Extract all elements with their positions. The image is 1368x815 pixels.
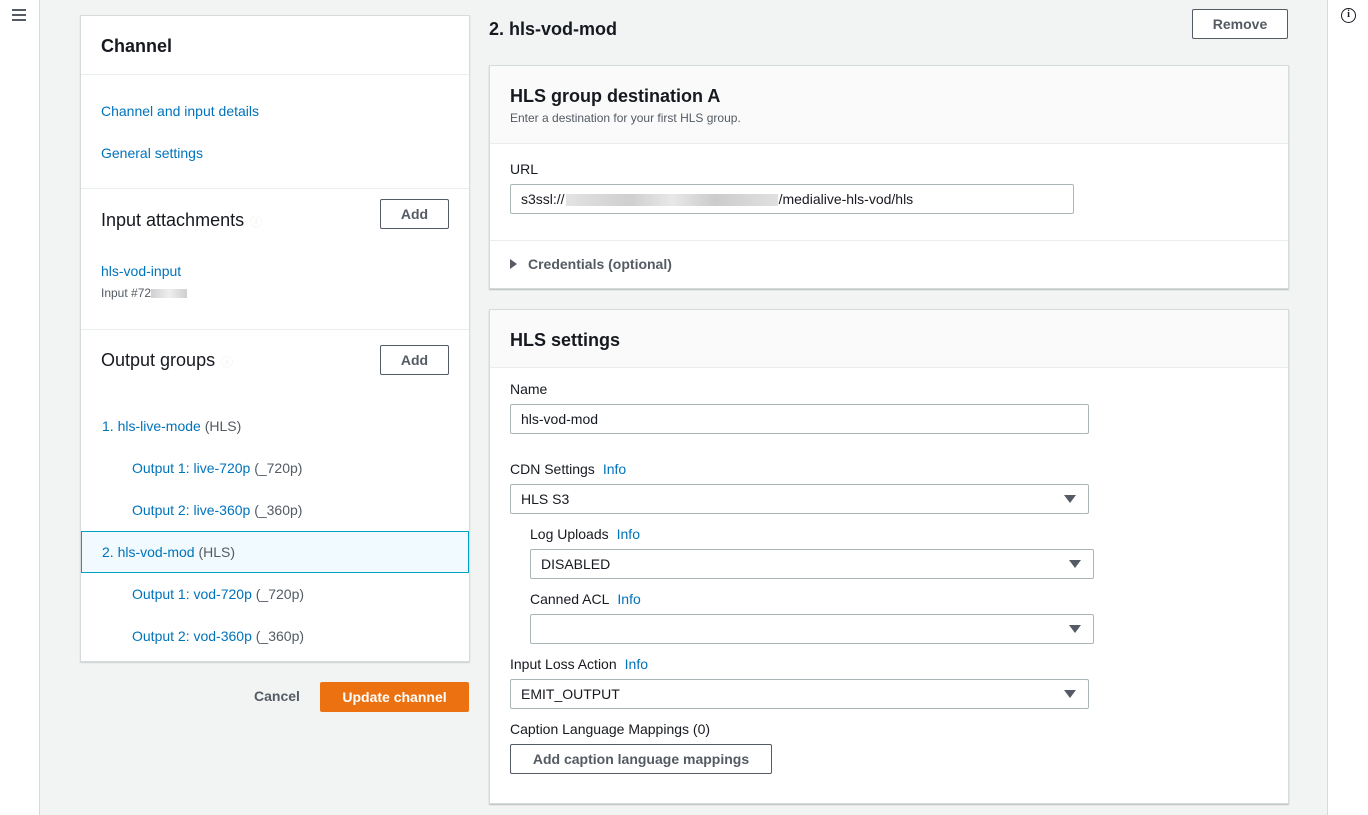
channel-nav-panel: Channel Channel and input details Genera… [80, 15, 470, 662]
output-group-item-selected[interactable]: 2. hls-vod-mod (HLS) [81, 531, 469, 573]
left-rail [0, 0, 40, 815]
card-description: Enter a destination for your first HLS g… [510, 111, 741, 125]
input-loss-action-select[interactable]: EMIT_OUTPUT [510, 679, 1089, 709]
channel-links-section: Channel and input details General settin… [81, 75, 469, 189]
output-groups-section: Output groups ⓘ Add 1. hls-live-mode (HLS… [81, 330, 469, 661]
log-uploads-select[interactable]: DISABLED [530, 549, 1094, 579]
input-id: Input #72 [101, 286, 188, 300]
chevron-down-icon [1069, 625, 1081, 633]
redacted-text [151, 289, 188, 299]
output-item[interactable]: Output 1: vod-720p (_720p) [81, 573, 469, 615]
info-icon[interactable]: i [1341, 8, 1356, 23]
hls-destination-card: HLS group destination A Enter a destinat… [489, 65, 1289, 289]
input-attachment-link[interactable]: hls-vod-input [101, 263, 181, 279]
output-groups-title: Output groups ⓘ [101, 350, 234, 370]
add-output-group-button[interactable]: Add [380, 345, 449, 375]
info-icon: ⓘ [221, 355, 234, 369]
name-label: Name [510, 381, 548, 397]
page-title: 2. hls-vod-mod [489, 19, 618, 39]
cdn-settings-label: CDN Settings Info [510, 461, 627, 477]
output-item[interactable]: Output 2: vod-360p (_360p) [81, 615, 469, 657]
input-loss-action-label: Input Loss Action Info [510, 656, 648, 672]
chevron-down-icon [1064, 495, 1076, 503]
card-title: HLS settings [510, 330, 621, 350]
info-link[interactable]: Info [603, 461, 626, 477]
add-caption-mappings-button[interactable]: Add caption language mappings [510, 744, 772, 774]
info-link[interactable]: Info [617, 526, 640, 542]
url-label: URL [510, 161, 539, 177]
info-link[interactable]: Info [617, 591, 640, 607]
chevron-down-icon [1064, 690, 1076, 698]
canned-acl-label: Canned ACL Info [530, 591, 641, 607]
remove-button[interactable]: Remove [1192, 9, 1288, 39]
redacted-text [565, 194, 778, 207]
info-link[interactable]: Info [625, 656, 648, 672]
cancel-button[interactable]: Cancel [254, 688, 300, 704]
channel-nav-title: Channel [81, 16, 469, 75]
card-title: HLS group destination A [510, 86, 721, 106]
url-input[interactable]: s3ssl:///medialive-hls-vod/hls [510, 184, 1074, 214]
log-uploads-label: Log Uploads Info [530, 526, 640, 542]
output-item[interactable]: Output 1: live-720p (_720p) [81, 447, 469, 489]
info-icon: ⓘ [250, 215, 263, 229]
menu-icon[interactable] [12, 9, 26, 21]
card-header: HLS group destination A Enter a destinat… [490, 66, 1288, 144]
output-group-item[interactable]: 1. hls-live-mode (HLS) [81, 405, 469, 447]
channel-and-input-details-link[interactable]: Channel and input details [101, 103, 259, 119]
caption-mappings-label: Caption Language Mappings (0) [510, 721, 711, 737]
general-settings-link[interactable]: General settings [101, 145, 203, 161]
add-input-attachment-button[interactable]: Add [380, 199, 449, 229]
output-item[interactable]: Output 2: live-360p (_360p) [81, 489, 469, 531]
update-channel-button[interactable]: Update channel [320, 682, 469, 712]
chevron-down-icon [1069, 560, 1081, 568]
right-rail: i [1327, 0, 1368, 815]
canned-acl-select[interactable] [530, 614, 1094, 644]
name-input[interactable]: hls-vod-mod [510, 404, 1089, 434]
cdn-settings-select[interactable]: HLS S3 [510, 484, 1089, 514]
hls-settings-card: HLS settings Name hls-vod-mod CDN Settin… [489, 309, 1289, 804]
credentials-expander[interactable]: Credentials (optional) [510, 256, 672, 272]
input-attachments-section: Input attachments ⓘ Add hls-vod-input Inp… [81, 189, 469, 330]
input-attachments-title: Input attachments ⓘ [101, 210, 263, 230]
card-header: HLS settings [490, 310, 1288, 368]
caret-right-icon [510, 259, 517, 269]
